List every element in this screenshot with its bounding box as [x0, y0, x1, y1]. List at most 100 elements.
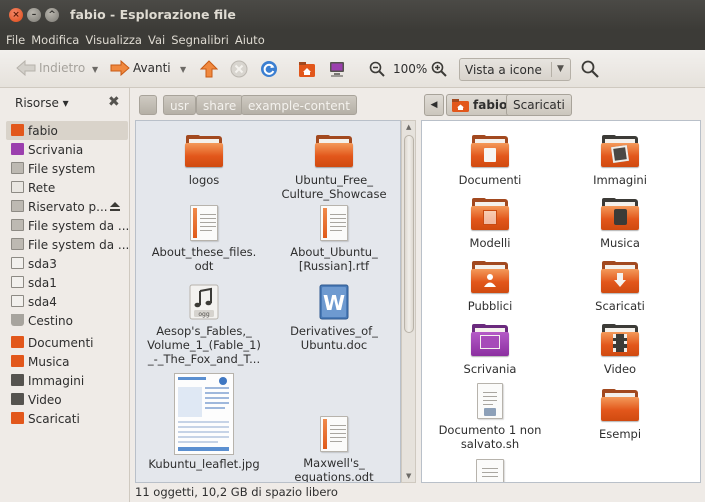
music-folder-icon: [11, 355, 24, 367]
file-item[interactable]: About_these_files. odt: [139, 205, 269, 273]
path-crumb-usr[interactable]: usr: [163, 95, 196, 115]
sidebar-item-riservato[interactable]: Riservato p...: [6, 197, 128, 216]
sidebar-item-fabio[interactable]: fabio: [6, 121, 128, 140]
sidebar-header[interactable]: Risorse ▾: [15, 96, 69, 110]
file-item[interactable]: ogg Aesop's_Fables,_ Volume_1_(Fable_1) …: [139, 284, 269, 366]
file-item[interactable]: W Derivatives_of_ Ubuntu.doc: [269, 284, 399, 352]
computer-icon[interactable]: [328, 60, 346, 78]
sidebar-item-scaricati[interactable]: Scaricati: [6, 409, 128, 428]
close-window-button[interactable]: ×: [9, 8, 23, 22]
file-item[interactable]: Documento 1 non salvato.sh: [425, 383, 555, 451]
folder-icon: [601, 389, 639, 421]
sidebar-item-file-system[interactable]: File system: [6, 159, 128, 178]
documents-folder-icon: [471, 135, 509, 167]
eject-icon[interactable]: [109, 201, 121, 212]
file-item[interactable]: Video: [555, 324, 685, 376]
scroll-up-icon[interactable]: ▲: [406, 123, 411, 131]
path-crumb-scaricati[interactable]: Scaricati: [506, 94, 572, 116]
sidebar-item-label: Video: [28, 392, 62, 407]
menu-aiuto[interactable]: Aiuto: [235, 33, 265, 47]
file-item-label: logos: [188, 173, 220, 187]
back-button[interactable]: Indietro: [16, 60, 85, 76]
right-file-pane: Documenti Immagini Modelli Musica Pubbli…: [421, 120, 701, 483]
zoom-in-icon[interactable]: [430, 60, 448, 78]
downloads-folder-icon: [601, 261, 639, 293]
home-icon[interactable]: [298, 60, 316, 78]
file-item[interactable]: Ubuntu_Free_ Culture_Showcase: [269, 135, 399, 201]
file-item-label: Video: [603, 362, 637, 376]
arrow-up-icon[interactable]: [200, 60, 218, 78]
file-item-label: Scaricati: [595, 299, 645, 313]
sidebar-item-cestino[interactable]: Cestino: [6, 311, 128, 330]
menu-visualizza[interactable]: Visualizza: [85, 33, 142, 47]
video-folder-icon: [601, 324, 639, 356]
file-item[interactable]: Maxwell's_ equations.odt: [269, 416, 399, 482]
file-item[interactable]: About_Ubuntu_ [Russian].rtf: [269, 205, 399, 273]
file-item[interactable]: Kubuntu_leaflet.jpg: [139, 373, 269, 471]
sidebar-item-label: sda1: [28, 275, 57, 290]
file-item[interactable]: Documenti: [425, 135, 555, 187]
drive-icon: [11, 257, 24, 269]
sidebar-item-scrivania[interactable]: Scrivania: [6, 140, 128, 159]
close-sidebar-icon[interactable]: ✖: [108, 94, 120, 110]
file-item[interactable]: Modelli: [425, 198, 555, 250]
sidebar-item-documenti[interactable]: Documenti: [6, 333, 128, 352]
forward-button[interactable]: Avanti: [110, 60, 171, 76]
maximize-window-button[interactable]: ^: [45, 8, 59, 22]
file-item[interactable]: [425, 459, 555, 482]
file-item[interactable]: Scaricati: [555, 261, 685, 313]
file-item[interactable]: logos: [139, 135, 269, 187]
trash-icon: [11, 314, 24, 326]
file-item-label: Esempi: [598, 427, 642, 441]
file-item[interactable]: Pubblici: [425, 261, 555, 313]
scroll-down-icon[interactable]: ▼: [406, 472, 411, 480]
left-pane-scrollbar[interactable]: ▲ ▼: [401, 120, 416, 483]
documents-folder-icon: [11, 336, 24, 348]
arrow-right-icon: [110, 60, 130, 76]
zoom-out-icon[interactable]: [368, 60, 386, 78]
file-item[interactable]: Esempi: [555, 389, 685, 441]
path-crumb-fabio[interactable]: fabio: [446, 94, 515, 116]
sidebar-item-rete[interactable]: Rete: [6, 178, 128, 197]
forward-label: Avanti: [133, 61, 171, 75]
file-item[interactable]: Musica: [555, 198, 685, 250]
file-item-label: Immagini: [593, 173, 647, 187]
reload-icon[interactable]: [260, 60, 278, 78]
stop-icon[interactable]: [230, 60, 248, 78]
view-mode-select[interactable]: Vista a icone ▼: [459, 58, 571, 81]
sidebar-item-musica[interactable]: Musica: [6, 352, 128, 371]
search-icon[interactable]: [580, 59, 600, 79]
sidebar-item-file-system-3[interactable]: File system da ...: [6, 235, 129, 254]
left-file-pane: logos Ubuntu_Free_ Culture_Showcase Abou…: [135, 120, 401, 483]
sidebar-item-sda4[interactable]: sda4: [6, 292, 128, 311]
back-history-dropdown[interactable]: ▼: [92, 65, 98, 74]
file-item-label: Derivatives_of_ Ubuntu.doc: [290, 324, 378, 352]
menu-file[interactable]: File: [6, 33, 25, 47]
templates-folder-icon: [471, 198, 509, 230]
path-crumb-share[interactable]: share: [196, 95, 244, 115]
scrollbar-thumb[interactable]: [404, 135, 414, 333]
forward-history-dropdown[interactable]: ▼: [180, 65, 186, 74]
file-item[interactable]: Scrivania: [425, 324, 555, 376]
sidebar-item-immagini[interactable]: Immagini: [6, 371, 128, 390]
menu-vai[interactable]: Vai: [148, 33, 165, 47]
sidebar-item-label: Cestino: [28, 313, 73, 328]
home-folder-icon: [452, 99, 469, 112]
path-root-button[interactable]: [139, 95, 157, 115]
menu-segnalibri[interactable]: Segnalibri: [171, 33, 229, 47]
left-path-bar: usr share example-content: [130, 88, 416, 120]
audio-file-icon: ogg: [189, 284, 219, 320]
file-item-label: Aesop's_Fables,_ Volume_1_(Fable_1) _-_T…: [147, 324, 261, 366]
sidebar-item-file-system-2[interactable]: File system da ...: [6, 216, 129, 235]
document-icon: [476, 459, 504, 482]
path-left-arrow[interactable]: ◀: [424, 94, 444, 116]
minimize-window-button[interactable]: –: [27, 8, 41, 22]
file-item[interactable]: Immagini: [555, 135, 685, 187]
sidebar-item-sda3[interactable]: sda3: [6, 254, 128, 273]
menu-modifica[interactable]: Modifica: [31, 33, 79, 47]
sidebar-item-video[interactable]: Video: [6, 390, 128, 409]
path-crumb-example-content[interactable]: example-content: [241, 95, 357, 115]
sidebar-item-label: Documenti: [28, 335, 94, 350]
drive-icon: [11, 238, 24, 250]
sidebar-item-sda1[interactable]: sda1: [6, 273, 128, 292]
